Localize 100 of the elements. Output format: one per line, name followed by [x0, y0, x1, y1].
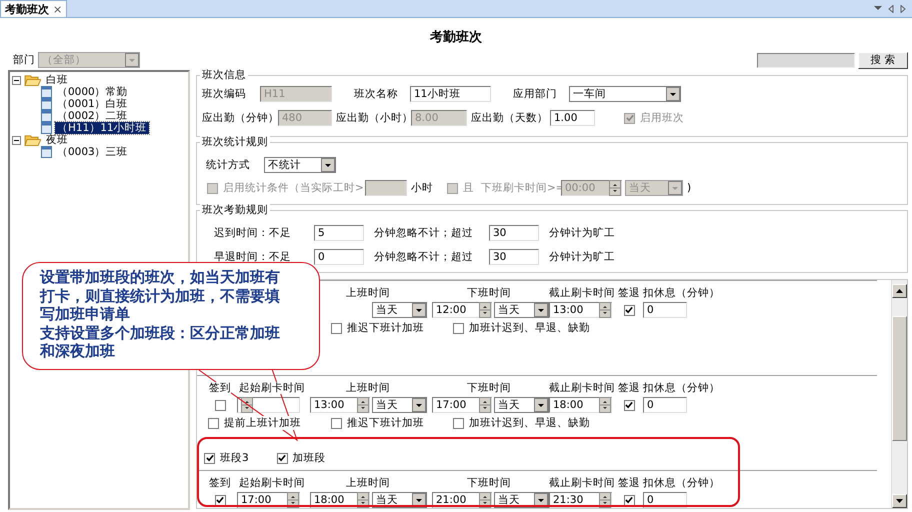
- field-label: 分钟计为旷工: [549, 226, 615, 240]
- time-field[interactable]: 18:00: [549, 397, 612, 413]
- search-button[interactable]: 搜 索: [858, 52, 908, 68]
- scroll-left-icon[interactable]: [888, 4, 894, 12]
- column-header: 签到: [209, 477, 231, 489]
- document-icon: [41, 122, 52, 134]
- checkbox[interactable]: [214, 400, 226, 410]
- collapse-icon[interactable]: [12, 76, 21, 84]
- tree-item[interactable]: 白班: [44, 74, 70, 86]
- field-label: 分钟忽略不计；超过: [374, 226, 473, 240]
- dropdown[interactable]: 当天: [372, 397, 427, 413]
- dropdown[interactable]: 一车间: [569, 86, 681, 102]
- time-field[interactable]: 13:00: [310, 397, 370, 413]
- up-arrow-icon: [896, 289, 903, 293]
- checkbox-label: 且: [463, 181, 474, 195]
- column-header: 下班时间: [467, 287, 511, 299]
- folder-icon: [24, 74, 41, 86]
- tree-item[interactable]: （0001）白班: [55, 98, 130, 110]
- checkbox-label: 启用班次: [640, 111, 684, 125]
- checkbox[interactable]: [624, 494, 634, 506]
- dropdown-icon[interactable]: [874, 4, 882, 10]
- field-label: 应出勤（小时）: [336, 111, 413, 125]
- time-field[interactable]: 13:00: [549, 302, 612, 318]
- field-label: 班次名称: [354, 87, 398, 101]
- caret-icon: [534, 398, 548, 412]
- field-label: 部门: [13, 53, 36, 67]
- text-field[interactable]: 0: [643, 397, 687, 413]
- text-field[interactable]: 30: [489, 249, 539, 265]
- document-icon: [41, 98, 52, 110]
- document-icon: [41, 86, 52, 98]
- section-title: 班次统计规则: [200, 136, 270, 149]
- checkbox-label: 推迟下班计加班: [347, 321, 424, 335]
- checkbox[interactable]: [276, 452, 288, 464]
- text-field[interactable]: 0: [314, 249, 364, 265]
- document-icon: [41, 110, 52, 122]
- caret-icon: [668, 181, 682, 195]
- spinner-icon[interactable]: [479, 397, 491, 413]
- field-label: 应用部门: [513, 87, 557, 101]
- scroll-right-icon[interactable]: [900, 4, 906, 12]
- scrollbar-thumb[interactable]: [892, 316, 907, 441]
- checkbox[interactable]: [331, 322, 342, 334]
- document-icon: [41, 146, 52, 158]
- time-field[interactable]: 12:00: [432, 302, 492, 318]
- tree-item[interactable]: 夜班: [44, 134, 70, 146]
- close-button[interactable]: ×: [53, 2, 62, 16]
- scroll-down-button[interactable]: [892, 494, 907, 508]
- tree-item[interactable]: （0000）常勤: [55, 86, 130, 98]
- field-label: 统计方式: [206, 158, 250, 172]
- spinner-icon[interactable]: [599, 397, 611, 413]
- checkbox[interactable]: [214, 494, 226, 506]
- section-title: 班次信息: [200, 69, 248, 82]
- checkbox-label: 推迟下班计加班: [347, 416, 424, 430]
- tab[interactable]: 考勤班次 ×: [0, 0, 68, 17]
- field-label: 应出勤（天数）: [471, 111, 548, 125]
- field-label: 班次编码: [202, 87, 246, 101]
- dropdown[interactable]: 当天: [372, 302, 427, 318]
- column-header: 上班时间: [346, 477, 390, 489]
- column-header: 下班时间: [467, 382, 511, 394]
- tree-item[interactable]: （0003）三班: [55, 146, 130, 158]
- checkbox[interactable]: [208, 418, 219, 428]
- caret-icon: [666, 87, 680, 101]
- checkbox-label: 加班计迟到、早退、缺勤: [469, 321, 590, 335]
- column-header: 截止刷卡时间: [549, 287, 615, 299]
- spinner-icon[interactable]: [599, 302, 611, 318]
- scroll-up-button[interactable]: [892, 284, 907, 298]
- field-label: ): [687, 182, 692, 194]
- spinner-icon[interactable]: [357, 397, 369, 413]
- page-title: 考勤班次: [430, 29, 482, 46]
- dropdown[interactable]: 当天: [494, 302, 549, 318]
- caret-icon: [534, 493, 548, 507]
- checkbox-label: 班段3: [220, 451, 249, 465]
- text-field[interactable]: 11小时班: [410, 86, 491, 102]
- time-field[interactable]: 17:00: [432, 397, 492, 413]
- collapse-icon[interactable]: [12, 136, 21, 144]
- time-field[interactable]: [237, 397, 300, 413]
- tree-item[interactable]: （0002）二班: [55, 110, 130, 122]
- checkbox[interactable]: [624, 304, 634, 316]
- checkbox[interactable]: [204, 452, 215, 464]
- checkbox-label: 加班计迟到、早退、缺勤: [469, 416, 590, 430]
- callout-text: 设置带加班段的班次，如当天加班有打卡，则直接统计为加班，不需要填写加班申请单: [40, 268, 281, 324]
- text-field[interactable]: 30: [489, 225, 539, 241]
- checkbox[interactable]: [331, 418, 342, 428]
- checkbox[interactable]: [453, 418, 464, 428]
- column-header: 签退: [618, 477, 640, 489]
- checkbox[interactable]: [624, 400, 634, 410]
- folder-icon: [24, 134, 41, 146]
- dropdown[interactable]: 当天: [494, 397, 549, 413]
- section-title: 班次考勤规则: [200, 204, 270, 217]
- caret-icon: [412, 398, 426, 412]
- dropdown[interactable]: 不统计: [264, 157, 336, 173]
- tree-item[interactable]: （H11）11小时班: [55, 122, 149, 134]
- search-field[interactable]: [757, 52, 855, 68]
- spinner-icon[interactable]: [479, 302, 491, 318]
- column-header: 签退: [618, 287, 640, 299]
- field-label: 分钟计为旷工: [549, 250, 615, 264]
- text-field[interactable]: 0: [643, 302, 687, 318]
- text-field[interactable]: 5: [314, 225, 364, 241]
- text-field[interactable]: 1.00: [550, 110, 595, 126]
- checkbox[interactable]: [453, 322, 464, 334]
- spinner-icon[interactable]: [241, 397, 253, 413]
